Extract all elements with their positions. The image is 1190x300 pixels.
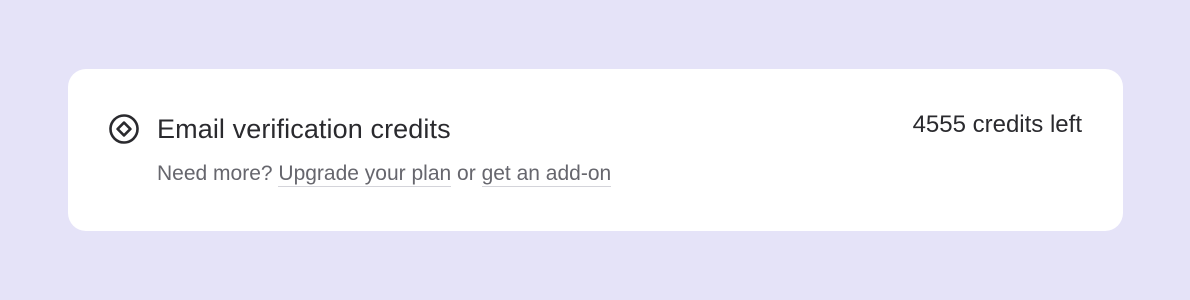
credits-left-count: 4555 credits left (912, 111, 1082, 138)
get-addon-link[interactable]: get an add-on (481, 162, 612, 187)
need-more-text: Need more? (157, 162, 273, 185)
credit-diamond-icon (109, 114, 139, 144)
credits-card: Email verification credits 4555 credits … (68, 69, 1123, 231)
upgrade-prompt: Need more? Upgrade your plan or get an a… (157, 160, 612, 188)
card-title: Email verification credits (157, 114, 451, 144)
or-text: or (457, 162, 476, 185)
upgrade-plan-link[interactable]: Upgrade your plan (278, 162, 452, 187)
